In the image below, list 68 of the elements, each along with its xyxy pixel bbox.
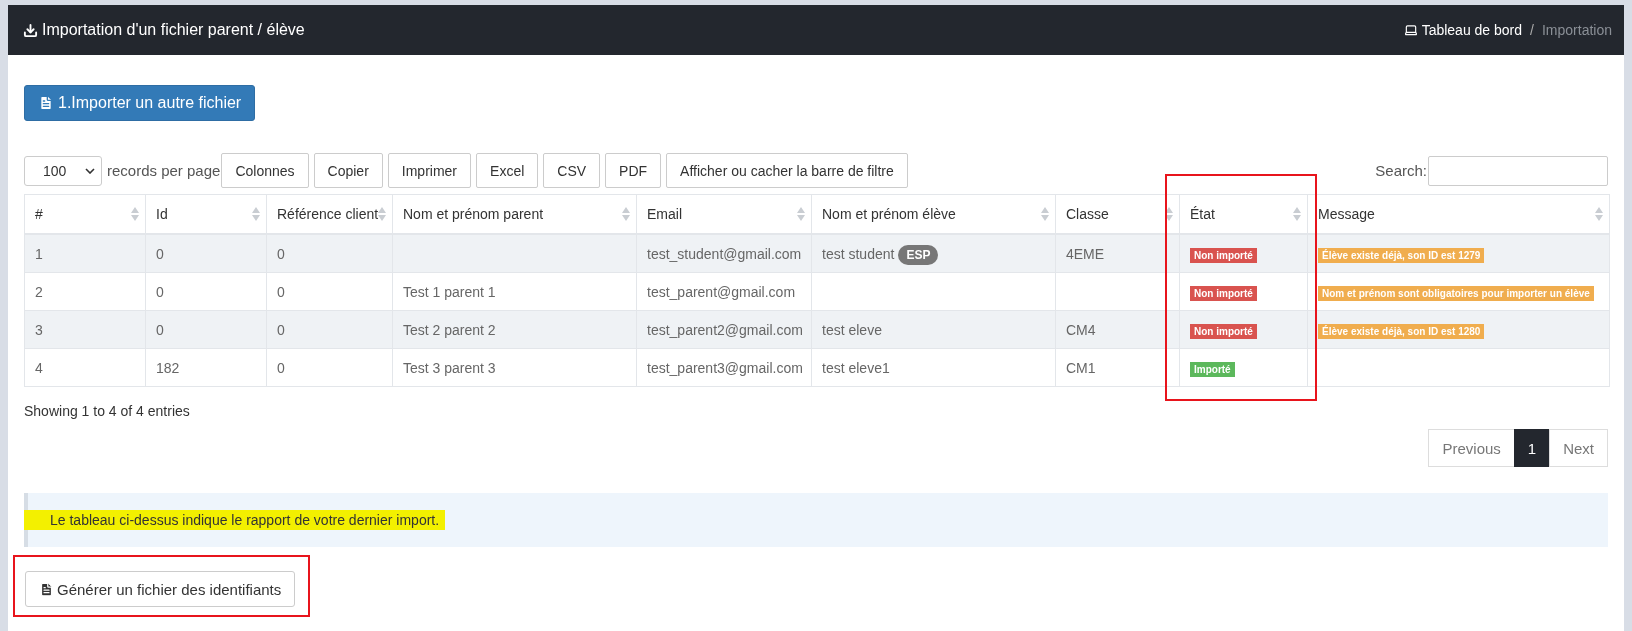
- toolbar-button[interactable]: Afficher ou cacher la barre de filtre: [666, 153, 908, 188]
- table-cell: 2: [24, 272, 146, 311]
- sort-icon: [1041, 207, 1049, 221]
- toolbar-button[interactable]: CSV: [543, 153, 601, 188]
- table-cell: 4: [24, 348, 146, 387]
- table-cell: test_parent3@gmail.com: [636, 348, 812, 387]
- sort-icon: [797, 207, 805, 221]
- table-cell: test student: [822, 245, 895, 262]
- table-cell: test eleve1: [822, 359, 890, 376]
- sort-icon: [252, 207, 260, 221]
- laptop-icon: [1403, 23, 1418, 37]
- sort-icon: [131, 207, 139, 221]
- message-label: Nom et prénom sont obligatoires pour importer un élève: [1318, 285, 1594, 301]
- breadcrumb-separator: /: [1530, 22, 1534, 38]
- message-label: Élève existe déjà, son ID est 1280: [1318, 323, 1485, 339]
- toolbar-button[interactable]: Copier: [313, 153, 383, 188]
- toolbar-button[interactable]: Excel: [476, 153, 539, 188]
- status-label: Non importé: [1190, 323, 1257, 339]
- status-label: Importé: [1190, 361, 1235, 377]
- generate-file-button[interactable]: Générer un fichier des identifiants: [25, 571, 296, 607]
- table-cell: CM1: [1066, 359, 1096, 376]
- table-cell: Test 2 parent 2: [403, 321, 496, 338]
- table-cell: test_parent2@gmail.com: [636, 310, 812, 349]
- status-label: Non importé: [1190, 247, 1257, 263]
- breadcrumb-link[interactable]: Tableau de bord: [1421, 22, 1523, 38]
- table-cell: test eleve: [822, 321, 882, 338]
- table-cell: CM4: [1066, 321, 1096, 338]
- table-cell: 0: [266, 272, 393, 311]
- table-cell: 0: [145, 272, 267, 311]
- table-cell: Test 3 parent 3: [403, 359, 496, 376]
- toolbar-button[interactable]: PDF: [605, 153, 662, 188]
- table-cell: 182: [145, 348, 267, 387]
- page-title: Importation d'un fichier parent / élève: [23, 21, 305, 39]
- entries-summary: Showing 1 to 4 of 4 entries: [24, 403, 191, 419]
- page-size-label: records per page: [107, 162, 221, 179]
- page-size-select[interactable]: 100: [24, 155, 102, 186]
- file-icon: [38, 95, 54, 111]
- sort-icon: [378, 207, 386, 221]
- table-cell: 0: [145, 310, 267, 349]
- table-cell: 0: [266, 348, 393, 387]
- import-file-button[interactable]: 1.Importer un autre fichier: [24, 85, 256, 121]
- table-cell: 0: [266, 310, 393, 349]
- sort-icon: [1165, 207, 1173, 221]
- table-cell: Test 1 parent 1: [403, 283, 496, 300]
- sort-icon: [1293, 207, 1301, 221]
- sort-icon: [1595, 207, 1603, 221]
- table-cell: test_student@gmail.com: [636, 234, 812, 273]
- breadcrumb-link[interactable]: Importation: [1541, 22, 1612, 38]
- message-label: Élève existe déjà, son ID est 1279: [1318, 247, 1485, 263]
- toolbar-button[interactable]: Colonnes: [221, 153, 309, 188]
- table-cell: 0: [145, 234, 267, 273]
- chevron-icon: [85, 167, 95, 174]
- status-label: Non importé: [1190, 285, 1257, 301]
- file-icon: [39, 581, 54, 597]
- toolbar-button[interactable]: Imprimer: [387, 153, 472, 188]
- table-cell: 3: [24, 310, 146, 349]
- page-button[interactable]: Previous: [1428, 429, 1515, 467]
- sort-icon: [622, 207, 630, 221]
- search-label: Search:: [1375, 162, 1427, 179]
- table-cell: 1: [24, 234, 146, 273]
- tag-badge: ESP: [898, 244, 939, 265]
- page-button[interactable]: Next: [1549, 429, 1608, 467]
- download-icon: [23, 22, 38, 38]
- table-cell: 4EME: [1066, 245, 1105, 262]
- table-cell: test_parent@gmail.com: [636, 272, 812, 311]
- info-text: Le tableau ci-dessus indique le rapport de votre dernier import.: [24, 510, 446, 530]
- search-field[interactable]: [1428, 155, 1608, 186]
- table-cell: 0: [266, 234, 393, 273]
